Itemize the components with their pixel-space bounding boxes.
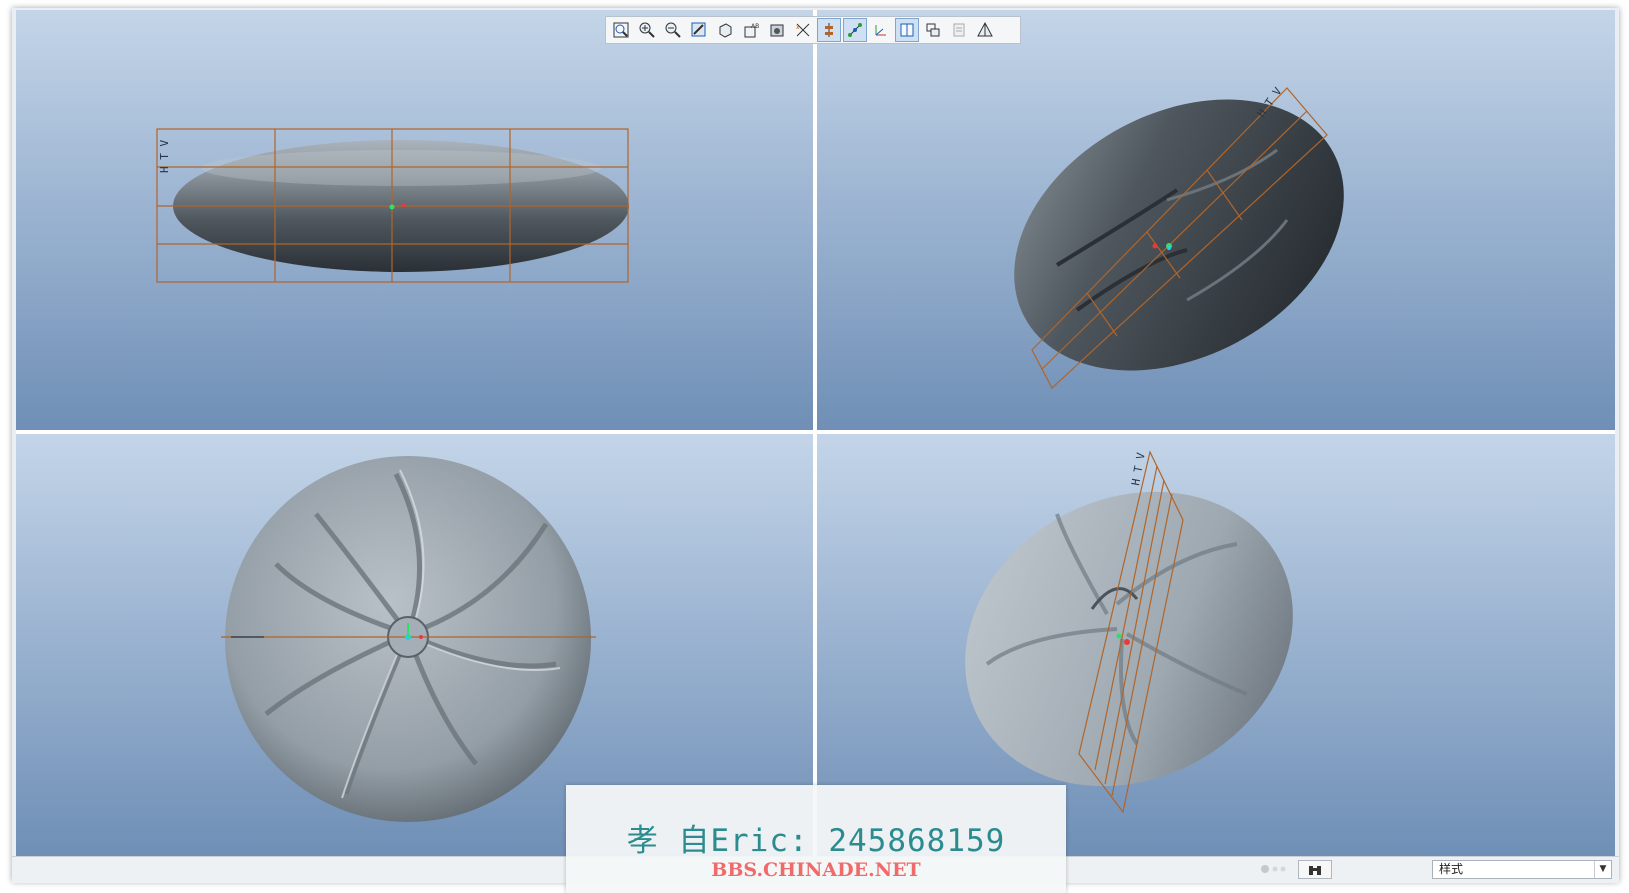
datum-label: H T V (158, 140, 171, 173)
model-iso-view: H T V (1014, 85, 1344, 389)
orient-mode-icon (719, 23, 732, 38)
zoom-out-button[interactable] (661, 18, 685, 42)
orient-mode-button[interactable] (713, 18, 737, 42)
zoom-in-button[interactable] (635, 18, 659, 42)
view-toolbar: AB x (605, 16, 1021, 44)
repaint-icon (691, 22, 706, 37)
datum-planes-icon: x (796, 23, 810, 37)
annotations-button[interactable] (921, 18, 945, 42)
datum-points-icon (848, 23, 862, 37)
selection-filter-value: 样式 (1439, 862, 1464, 876)
status-lights-icon (1261, 865, 1286, 873)
view-manager-icon (977, 21, 993, 37)
csys-marker (389, 204, 395, 210)
annotations-icon (926, 23, 940, 37)
datum-planes-button[interactable]: x (791, 18, 815, 42)
svg-text:AB: AB (751, 23, 759, 30)
datum-axes-button[interactable] (817, 18, 841, 42)
viewport-top-left[interactable]: H T V (16, 10, 813, 430)
spin-center-icon (900, 23, 914, 37)
refit-button[interactable] (609, 18, 633, 42)
view-manager-button[interactable] (973, 18, 997, 42)
selection-filter-dropdown[interactable]: 样式 ▼ (1432, 860, 1612, 879)
spin-center-button[interactable] (895, 18, 919, 42)
watermark-overlay: 孝 自Eric: 245868159 BBS.CHINADE.NET (566, 785, 1066, 893)
datum-points-button[interactable] (843, 18, 867, 42)
svg-text:x: x (796, 24, 800, 31)
viewport-grid: H T V H T V H T V (16, 10, 1615, 856)
csys-marker (1124, 639, 1130, 645)
zoom-out-icon (665, 22, 681, 38)
repaint-button[interactable] (687, 18, 711, 42)
model-side-view: H T V (156, 128, 629, 283)
csys-display-button[interactable] (869, 18, 893, 42)
datum-axes-icon (825, 23, 833, 37)
appearance-icon (953, 23, 965, 37)
csys-display-icon (875, 25, 886, 36)
saved-views-icon: AB (744, 23, 759, 38)
zoom-in-icon (639, 22, 655, 38)
appearance-button[interactable] (947, 18, 971, 42)
datum-label: H T V (1129, 451, 1148, 486)
chevron-down-icon[interactable]: ▼ (1594, 861, 1611, 878)
display-style-button[interactable] (765, 18, 789, 42)
watermark-contact: 孝 自Eric: 245868159 (626, 823, 1006, 859)
binoculars-icon (1309, 865, 1321, 875)
saved-views-button[interactable]: AB (739, 18, 763, 42)
find-button[interactable] (1298, 860, 1332, 879)
display-style-icon (770, 24, 784, 37)
watermark-site: BBS.CHINADE.NET (711, 859, 921, 881)
viewport-top-right[interactable]: H T V (817, 10, 1615, 430)
refit-icon (613, 22, 629, 38)
